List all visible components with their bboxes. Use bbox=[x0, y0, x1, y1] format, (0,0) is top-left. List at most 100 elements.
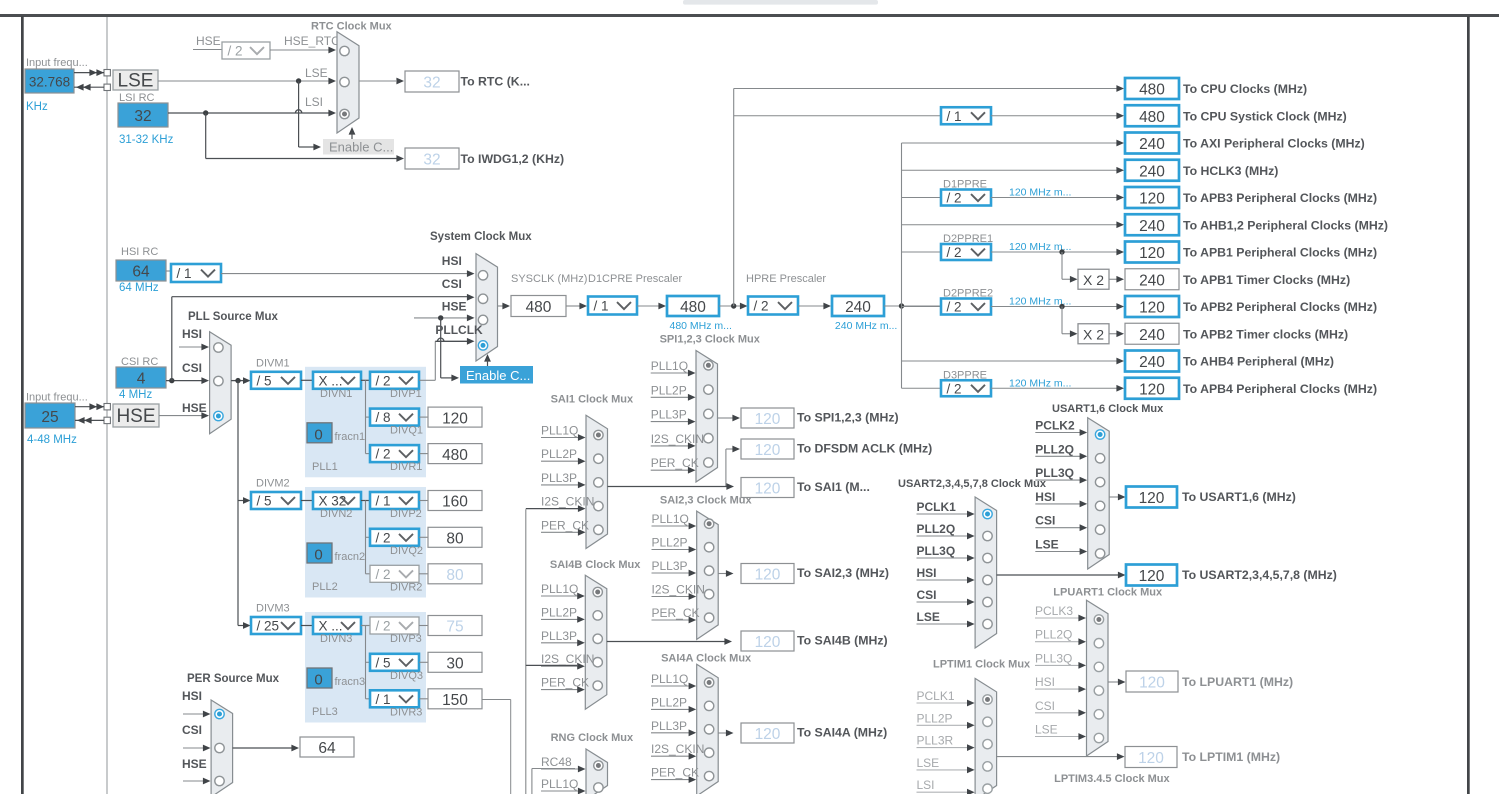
svg-text:30: 30 bbox=[446, 656, 464, 673]
svg-text:DIVP3: DIVP3 bbox=[390, 633, 422, 645]
svg-text:D1CPRE Prescaler: D1CPRE Prescaler bbox=[588, 273, 682, 285]
svg-text:/ 2: / 2 bbox=[947, 381, 962, 396]
svg-text:PLL2P: PLL2P bbox=[652, 536, 688, 550]
svg-text:To SAI2,3 (MHz): To SAI2,3 (MHz) bbox=[797, 566, 889, 580]
svg-text:31-32 KHz: 31-32 KHz bbox=[119, 134, 174, 146]
svg-text:KHz: KHz bbox=[26, 101, 48, 113]
svg-text:LSE: LSE bbox=[917, 756, 940, 770]
svg-text:Input frequ...: Input frequ... bbox=[26, 57, 88, 69]
svg-text:RTC Clock Mux: RTC Clock Mux bbox=[311, 21, 393, 33]
svg-text:/ 2: / 2 bbox=[228, 44, 243, 59]
svg-text:To APB1 Timer Clocks (MHz): To APB1 Timer Clocks (MHz) bbox=[1183, 273, 1350, 287]
svg-text:PLL1Q: PLL1Q bbox=[652, 512, 689, 526]
svg-text:X ...: X ... bbox=[319, 373, 343, 388]
svg-text:/ 1: / 1 bbox=[376, 494, 391, 509]
svg-text:HSE: HSE bbox=[182, 401, 207, 415]
svg-text:System Clock Mux: System Clock Mux bbox=[430, 231, 532, 243]
svg-text:/ 2: / 2 bbox=[947, 300, 962, 315]
svg-text:Enable C...: Enable C... bbox=[329, 140, 393, 155]
svg-text:I2S_CKIN: I2S_CKIN bbox=[541, 495, 594, 509]
svg-text:LSE: LSE bbox=[305, 66, 328, 80]
svg-text:240: 240 bbox=[1139, 218, 1165, 235]
svg-text:DIVR3: DIVR3 bbox=[390, 706, 422, 718]
svg-text:SAI4B Clock Mux: SAI4B Clock Mux bbox=[550, 559, 641, 571]
svg-text:240 MHz m...: 240 MHz m... bbox=[835, 320, 897, 332]
svg-text:USART2,3,4,5,7,8 Clock Mux: USART2,3,4,5,7,8 Clock Mux bbox=[898, 478, 1047, 490]
svg-text:HPRE Prescaler: HPRE Prescaler bbox=[746, 273, 826, 285]
svg-text:/ 2: / 2 bbox=[376, 447, 391, 462]
svg-text:CSI: CSI bbox=[1035, 699, 1055, 713]
svg-text:120: 120 bbox=[1139, 191, 1165, 208]
svg-text:X ...: X ... bbox=[319, 619, 343, 634]
svg-text:To HCLK3 (MHz): To HCLK3 (MHz) bbox=[1183, 164, 1278, 178]
svg-text:SPI1,2,3 Clock Mux: SPI1,2,3 Clock Mux bbox=[660, 334, 761, 346]
svg-text:120 MHz m...: 120 MHz m... bbox=[1009, 377, 1071, 389]
svg-text:LPUART1 Clock Mux: LPUART1 Clock Mux bbox=[1053, 587, 1163, 599]
svg-text:To IWDG1,2 (KHz): To IWDG1,2 (KHz) bbox=[461, 152, 565, 166]
svg-text:240: 240 bbox=[1139, 354, 1165, 371]
svg-text:PER_CK: PER_CK bbox=[541, 518, 589, 532]
svg-text:HSI: HSI bbox=[442, 254, 462, 268]
svg-text:X 2: X 2 bbox=[1083, 326, 1104, 342]
svg-text:I2S_CKIN: I2S_CKIN bbox=[651, 432, 704, 446]
svg-text:HSE: HSE bbox=[442, 300, 467, 314]
svg-text:LSI: LSI bbox=[305, 95, 323, 109]
svg-text:I2S_CKIN: I2S_CKIN bbox=[541, 652, 594, 666]
svg-text:120: 120 bbox=[1139, 568, 1165, 585]
svg-text:0: 0 bbox=[314, 547, 322, 564]
svg-text:PLL1Q: PLL1Q bbox=[541, 582, 578, 596]
svg-text:To SAI1 (M...: To SAI1 (M... bbox=[797, 480, 870, 494]
svg-text:HSI RC: HSI RC bbox=[121, 246, 158, 258]
svg-text:80: 80 bbox=[446, 531, 464, 548]
svg-text:/ 25: / 25 bbox=[257, 619, 280, 634]
svg-text:PLL3P: PLL3P bbox=[541, 471, 577, 485]
svg-text:I2S_CKIN: I2S_CKIN bbox=[652, 583, 705, 597]
svg-text:DIVQ2: DIVQ2 bbox=[390, 545, 423, 557]
svg-text:To USART1,6 (MHz): To USART1,6 (MHz) bbox=[1182, 490, 1296, 504]
svg-text:CSI: CSI bbox=[182, 723, 202, 737]
svg-text:LPTIM1 Clock Mux: LPTIM1 Clock Mux bbox=[933, 659, 1031, 671]
svg-text:PLL3P: PLL3P bbox=[652, 559, 688, 573]
svg-text:LSE: LSE bbox=[917, 610, 940, 624]
svg-text:SAI4A Clock Mux: SAI4A Clock Mux bbox=[661, 653, 752, 665]
svg-text:PLL3P: PLL3P bbox=[651, 408, 687, 422]
svg-text:120: 120 bbox=[1139, 490, 1165, 507]
svg-text:480: 480 bbox=[1139, 109, 1165, 126]
svg-text:PLL3Q: PLL3Q bbox=[917, 544, 956, 558]
svg-text:120: 120 bbox=[755, 634, 781, 651]
svg-text:240: 240 bbox=[1139, 272, 1165, 289]
svg-text:PLL3R: PLL3R bbox=[917, 734, 954, 748]
svg-text:120: 120 bbox=[755, 567, 781, 584]
svg-text:120: 120 bbox=[755, 481, 781, 498]
svg-text:LPTIM3.4.5 Clock Mux: LPTIM3.4.5 Clock Mux bbox=[1054, 773, 1170, 785]
svg-text:SAI1 Clock Mux: SAI1 Clock Mux bbox=[551, 393, 634, 405]
svg-text:I2S_CKIN: I2S_CKIN bbox=[651, 742, 704, 756]
svg-text:4: 4 bbox=[137, 371, 146, 388]
svg-text:120 MHz m...: 120 MHz m... bbox=[1009, 187, 1071, 199]
svg-text:240: 240 bbox=[1139, 163, 1165, 180]
svg-text:DIVR1: DIVR1 bbox=[390, 461, 422, 473]
svg-text:PLL1Q: PLL1Q bbox=[541, 424, 578, 438]
svg-text:150: 150 bbox=[442, 692, 468, 709]
svg-text:240: 240 bbox=[845, 299, 871, 316]
svg-text:To SAI4B (MHz): To SAI4B (MHz) bbox=[797, 634, 888, 648]
svg-text:80: 80 bbox=[446, 567, 464, 584]
svg-text:/ 8: / 8 bbox=[376, 410, 391, 425]
svg-text:SAI2,3 Clock Mux: SAI2,3 Clock Mux bbox=[660, 494, 753, 506]
svg-text:32: 32 bbox=[134, 108, 151, 125]
svg-text:64: 64 bbox=[132, 264, 150, 281]
svg-text:160: 160 bbox=[442, 494, 468, 511]
svg-text:HSE: HSE bbox=[182, 757, 207, 771]
svg-text:120: 120 bbox=[755, 726, 781, 743]
svg-text:DIVN2: DIVN2 bbox=[320, 508, 352, 520]
svg-text:PLL2: PLL2 bbox=[312, 581, 338, 593]
svg-text:4 MHz: 4 MHz bbox=[119, 389, 152, 401]
svg-text:PLL3P: PLL3P bbox=[541, 629, 577, 643]
svg-text:To USART2,3,4,5,7,8 (MHz): To USART2,3,4,5,7,8 (MHz) bbox=[1182, 568, 1337, 582]
svg-text:/ 2: / 2 bbox=[376, 373, 391, 388]
svg-text:/ 2: / 2 bbox=[754, 299, 769, 314]
svg-text:PLL2Q: PLL2Q bbox=[1035, 628, 1072, 642]
svg-text:To APB3 Peripheral Clocks (MHz: To APB3 Peripheral Clocks (MHz) bbox=[1183, 191, 1377, 205]
svg-text:4-48 MHz: 4-48 MHz bbox=[27, 434, 77, 446]
svg-text:/ 5: / 5 bbox=[376, 655, 391, 670]
